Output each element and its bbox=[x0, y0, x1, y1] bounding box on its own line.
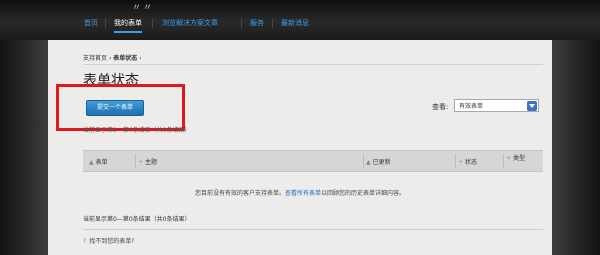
sort-icon: ▲ bbox=[89, 159, 94, 166]
top-navigation-bar: 〃〃 首页 我的表单 浏览解决方案文章 服务 最新消息 bbox=[0, 0, 600, 40]
sort-icon: ÷ bbox=[138, 159, 144, 166]
main-content: 支持首页 › 表单状态 › 表单状态 提交一个表单 查看: 有效表单 当前显示第… bbox=[0, 40, 600, 255]
forms-table-header: ▲ 表单 ÷ 主题 ▲ 已更新 ÷ 状态 ÷ 类型 bbox=[83, 150, 543, 172]
divider bbox=[83, 64, 543, 65]
nav-browse-articles[interactable]: 浏览解决方案文章 bbox=[162, 18, 218, 28]
sort-icon: ÷ bbox=[506, 155, 512, 162]
view-label: 查看: bbox=[432, 103, 449, 111]
nav-divider bbox=[241, 19, 242, 28]
nav-divider bbox=[152, 19, 153, 28]
empty-state-message: 您目前没有有效的客户支持表单。查看所有表单以回顾您的历史表单详细内容。 bbox=[194, 190, 406, 197]
breadcrumb-trail: › bbox=[139, 55, 142, 62]
submit-form-button[interactable]: 提交一个表单 bbox=[86, 100, 144, 116]
chevron-down-icon[interactable] bbox=[527, 101, 537, 111]
breadcrumb-current: 表单状态 bbox=[113, 55, 138, 62]
sort-icon: ÷ bbox=[458, 159, 464, 166]
column-header-type[interactable]: ÷ 类型 bbox=[506, 153, 525, 162]
column-header-status[interactable]: ÷ 状态 bbox=[458, 157, 477, 166]
column-divider bbox=[135, 154, 136, 168]
results-count-bottom: 当前显示第0—第0条结果（共0条结果） bbox=[83, 216, 191, 223]
column-divider bbox=[503, 154, 504, 168]
help-icon: ? bbox=[83, 238, 87, 245]
nav-home[interactable]: 首页 bbox=[84, 18, 98, 28]
breadcrumb: 支持首页 › 表单状态 › bbox=[83, 53, 142, 62]
nav-services[interactable]: 服务 bbox=[250, 18, 264, 28]
column-divider bbox=[363, 154, 364, 168]
nav-divider bbox=[105, 19, 106, 28]
divider bbox=[83, 229, 543, 230]
view-filter-select[interactable]: 有效表单 bbox=[454, 99, 539, 112]
results-count-top: 当前显示第0—第0条结果（共0条结果） bbox=[83, 127, 191, 134]
column-header-subject[interactable]: ÷ 主题 bbox=[138, 157, 157, 166]
nav-my-forms[interactable]: 我的表单 bbox=[114, 18, 142, 33]
cannot-find-form-link[interactable]: ? 找不到您的表单? bbox=[83, 236, 134, 245]
view-filter-value: 有效表单 bbox=[459, 103, 484, 110]
column-divider bbox=[455, 154, 456, 168]
column-header-form[interactable]: ▲ 表单 bbox=[89, 157, 108, 166]
site-logo: 〃〃 bbox=[132, 3, 155, 13]
page-title: 表单状态 bbox=[83, 73, 139, 89]
view-all-forms-link[interactable]: 查看所有表单 bbox=[285, 190, 321, 197]
breadcrumb-home[interactable]: 支持首页 bbox=[83, 55, 107, 62]
sort-icon: ▲ bbox=[366, 159, 371, 166]
column-header-updated[interactable]: ▲ 已更新 bbox=[366, 157, 391, 166]
breadcrumb-separator: › bbox=[108, 55, 112, 62]
nav-latest-news[interactable]: 最新消息 bbox=[281, 18, 309, 28]
nav-divider bbox=[272, 19, 273, 28]
